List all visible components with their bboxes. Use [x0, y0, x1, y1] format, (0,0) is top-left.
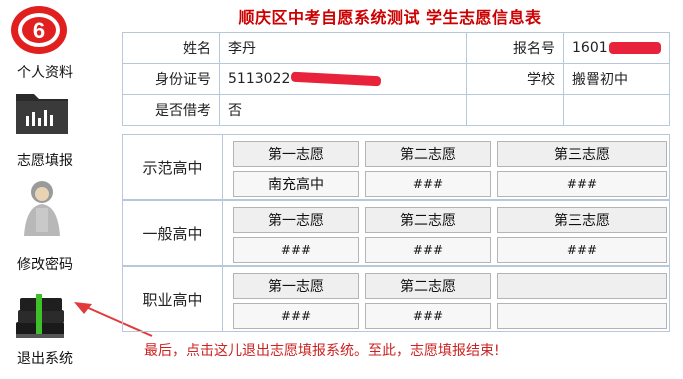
- school-value: 搬罾初中: [563, 63, 670, 95]
- books-exit-icon: [16, 294, 64, 338]
- student-info-table: 姓名 李丹 报名号 1601 身份证号 5113022 学校 搬罾初中 是否借考…: [122, 32, 670, 126]
- svg-text:6: 6: [33, 18, 45, 43]
- regno-cell: 1601: [563, 32, 670, 64]
- choice-header: 第三志愿: [497, 207, 667, 233]
- choice-header: 第二志愿: [365, 207, 491, 233]
- regno-label: 报名号: [466, 32, 564, 64]
- redaction-mark: [608, 42, 661, 54]
- choice-value: ###: [233, 303, 359, 329]
- sidebar-item-label: 退出系统: [17, 351, 73, 367]
- name-value: 李丹: [219, 32, 467, 64]
- choice-value: ###: [365, 303, 491, 329]
- section-model-high-school: 示范高中 第一志愿 第二志愿 第三志愿 南充高中 ### ###: [122, 134, 670, 200]
- section-label: 示范高中: [123, 135, 223, 199]
- id-label: 身份证号: [122, 63, 220, 95]
- user-icon: [24, 181, 60, 236]
- regno-value: 1601: [572, 40, 608, 56]
- folder-icon: [16, 94, 68, 134]
- empty-cell: [563, 94, 670, 126]
- id-cell: 5113022: [219, 63, 467, 95]
- choice-header: 第二志愿: [365, 273, 491, 299]
- profile-logo-icon: 6: [11, 6, 67, 54]
- choice-header: 第一志愿: [233, 207, 359, 233]
- borrow-value: 否: [219, 94, 467, 126]
- id-value: 5113022: [228, 71, 291, 87]
- choice-header: 第一志愿: [233, 141, 359, 167]
- choice-value: ###: [497, 237, 667, 263]
- sidebar-item-change-password[interactable]: 修改密码: [0, 176, 100, 273]
- borrow-label: 是否借考: [122, 94, 220, 126]
- choice-value: 南充高中: [233, 171, 359, 197]
- choice-value: ###: [365, 171, 491, 197]
- sidebar-item-profile[interactable]: 6 个人资料: [0, 0, 100, 82]
- sidebar-item-volunteer[interactable]: 志愿填报: [0, 86, 100, 170]
- school-label: 学校: [466, 63, 564, 95]
- choice-value: ###: [497, 171, 667, 197]
- choice-header: 第二志愿: [365, 141, 491, 167]
- choice-header-empty: [497, 273, 667, 299]
- section-label: 职业高中: [123, 267, 223, 331]
- page-title: 顺庆区中考自愿系统测试 学生志愿信息表: [238, 8, 542, 27]
- choice-header: 第一志愿: [233, 273, 359, 299]
- sidebar-item-label: 志愿填报: [17, 153, 73, 169]
- sidebar-item-label: 个人资料: [17, 65, 73, 81]
- name-label: 姓名: [122, 32, 220, 64]
- empty-cell: [466, 94, 564, 126]
- choice-value: ###: [365, 237, 491, 263]
- choice-header: 第三志愿: [497, 141, 667, 167]
- section-vocational-high-school: 职业高中 第一志愿 第二志愿 ### ###: [122, 266, 670, 332]
- choice-value: ###: [233, 237, 359, 263]
- section-label: 一般高中: [123, 201, 223, 265]
- redaction-mark: [291, 71, 382, 87]
- choice-value-empty: [497, 303, 667, 329]
- footer-note: 最后，点击这儿退出志愿填报系统。至此，志愿填报结束!: [144, 343, 500, 359]
- sidebar-item-label: 修改密码: [17, 257, 73, 273]
- section-general-high-school: 一般高中 第一志愿 第二志愿 第三志愿 ### ### ###: [122, 200, 670, 266]
